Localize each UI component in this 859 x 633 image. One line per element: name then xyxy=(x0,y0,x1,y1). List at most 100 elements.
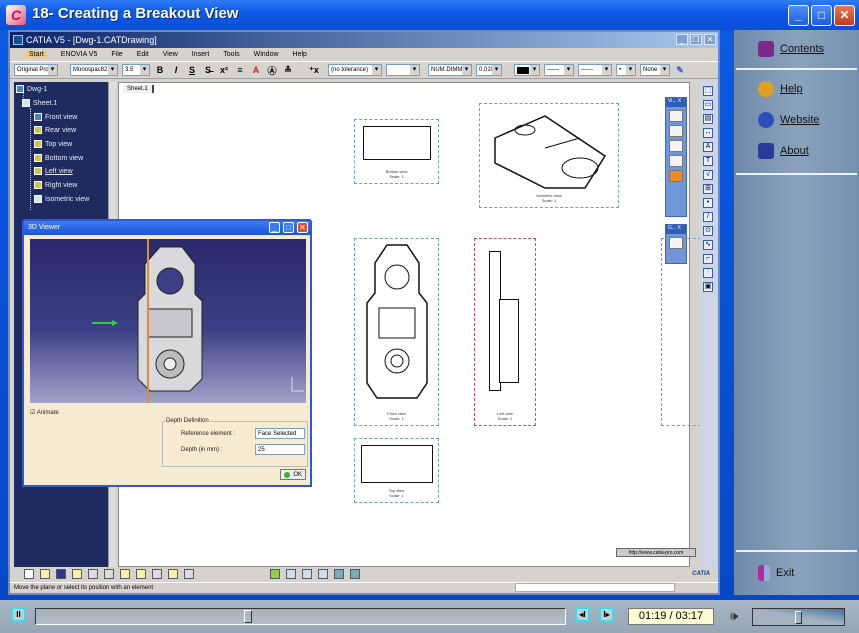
maximize-button[interactable]: □ xyxy=(811,5,832,26)
right-view-frame[interactable] xyxy=(661,238,701,426)
viewer-maximize-button[interactable]: □ xyxy=(283,222,294,233)
volume-slider[interactable] xyxy=(752,608,845,626)
tree-view-top[interactable]: Top view xyxy=(34,140,72,148)
save-icon[interactable] xyxy=(56,569,66,579)
tree-root[interactable]: Dwg-1 xyxy=(16,85,47,93)
annotation-icon[interactable]: A xyxy=(703,142,713,152)
breakout-view-tool-icon[interactable] xyxy=(669,170,683,182)
menu-insert[interactable]: Insert xyxy=(192,51,210,58)
catia-minimize-button[interactable]: _ xyxy=(676,34,688,45)
pause-button[interactable]: II xyxy=(11,607,26,622)
painter-icon[interactable]: ✎ xyxy=(674,65,686,76)
font-size-select[interactable]: 3.5 xyxy=(122,64,150,76)
point-icon[interactable]: • xyxy=(703,198,713,208)
table-icon[interactable]: ⊞ xyxy=(703,184,713,194)
linetype-select[interactable]: —— xyxy=(544,64,574,76)
copy-icon[interactable] xyxy=(104,569,114,579)
next-button[interactable]: I▸ xyxy=(599,607,614,622)
zoom-in-icon[interactable] xyxy=(302,569,312,579)
strikethrough-button[interactable]: S̶ xyxy=(202,65,214,75)
help-link[interactable]: Help xyxy=(758,81,803,97)
tree-view-isometric[interactable]: Isometric view xyxy=(34,195,89,203)
frame-icon[interactable]: ▤ xyxy=(703,114,713,124)
align-icon[interactable]: ≡ xyxy=(234,65,246,75)
catia-close-button[interactable]: ✕ xyxy=(704,34,716,45)
left-view-frame[interactable]: Left view Scale: 1 xyxy=(474,238,536,426)
reference-element-field[interactable]: Face Selected xyxy=(255,428,305,439)
exit-link[interactable]: Exit xyxy=(758,565,794,581)
spline-icon[interactable]: ∿ xyxy=(703,240,713,250)
minimize-button[interactable]: _ xyxy=(788,5,809,26)
tree-view-right[interactable]: Right view xyxy=(34,181,77,189)
zoom-out-icon[interactable] xyxy=(318,569,328,579)
top-view-frame[interactable]: Top view Scale: 1 xyxy=(354,438,439,503)
roughness-icon[interactable]: √ xyxy=(703,170,713,180)
front-view-frame[interactable]: Front view Scale: 1 xyxy=(354,238,439,426)
menu-file[interactable]: File xyxy=(111,51,122,58)
font-select[interactable]: Monospac821 xyxy=(70,64,118,76)
views-toolbar-title[interactable]: Vi... X xyxy=(666,98,686,107)
pattern-select[interactable]: None xyxy=(640,64,670,76)
fit-all-icon[interactable] xyxy=(270,569,280,579)
command-input[interactable] xyxy=(515,583,675,592)
menu-tools[interactable]: Tools xyxy=(223,51,239,58)
numeric-format-select[interactable]: NUM.DIMM xyxy=(428,64,472,76)
depth-field[interactable]: 25 xyxy=(255,444,305,455)
multi-view-icon[interactable] xyxy=(350,569,360,579)
whats-this-icon[interactable] xyxy=(168,569,178,579)
dimension-icon[interactable]: ⁺x xyxy=(308,65,320,76)
section-view-tool-icon[interactable] xyxy=(669,125,683,137)
menu-start[interactable]: Start xyxy=(26,51,47,58)
normal-view-icon[interactable] xyxy=(334,569,344,579)
circle-icon[interactable]: ⊙ xyxy=(703,226,713,236)
bold-button[interactable]: B xyxy=(154,65,166,75)
select-icon[interactable]: ⬚ xyxy=(703,86,713,96)
symbol-icon[interactable]: ≛ xyxy=(282,65,294,76)
viewer-minimize-button[interactable]: _ xyxy=(269,222,280,233)
text-frame-icon[interactable]: Ⓐ xyxy=(266,64,278,77)
pan-icon[interactable] xyxy=(286,569,296,579)
seek-thumb[interactable] xyxy=(244,610,253,623)
line-icon[interactable]: / xyxy=(703,212,713,222)
menu-edit[interactable]: Edit xyxy=(137,51,149,58)
isometric-view-frame[interactable]: Isometric view Scale: 1 xyxy=(479,103,619,208)
close-button[interactable]: ✕ xyxy=(834,5,855,26)
color-select[interactable] xyxy=(514,64,540,76)
new-icon[interactable] xyxy=(24,569,34,579)
menu-help[interactable]: Help xyxy=(293,51,307,58)
clipping-tool-icon[interactable] xyxy=(669,155,683,167)
menu-view[interactable]: View xyxy=(163,51,178,58)
tree-view-bottom[interactable]: Bottom view xyxy=(34,154,83,162)
3d-viewport[interactable] xyxy=(30,239,306,403)
paste-icon[interactable] xyxy=(120,569,130,579)
geometry-tool-icon[interactable] xyxy=(669,237,683,249)
axis-icon[interactable]: ⫶ xyxy=(703,268,713,278)
underline-button[interactable]: S xyxy=(186,65,198,75)
print-icon[interactable] xyxy=(72,569,82,579)
previous-button[interactable]: ◂I xyxy=(575,607,590,622)
catia-restore-button[interactable]: ❐ xyxy=(690,34,702,45)
cut-icon[interactable] xyxy=(88,569,98,579)
corner-icon[interactable]: ⌐ xyxy=(703,254,713,264)
italic-button[interactable]: I xyxy=(170,65,182,75)
detail-view-tool-icon[interactable] xyxy=(669,140,683,152)
tree-view-rear[interactable]: Rear view xyxy=(34,126,76,134)
area-fill-icon[interactable]: ▣ xyxy=(703,282,713,292)
website-link[interactable]: Website xyxy=(758,112,820,128)
redo-icon[interactable] xyxy=(152,569,162,579)
animate-checkbox[interactable]: ☑ Animate xyxy=(30,409,59,416)
geometry-toolbar-title[interactable]: G... X xyxy=(666,225,686,234)
front-view-tool-icon[interactable] xyxy=(669,110,683,122)
open-icon[interactable] xyxy=(40,569,50,579)
tolerance-select[interactable]: (no tolerance) xyxy=(328,64,382,76)
menu-enovia[interactable]: ENOVIA V5 xyxy=(61,51,98,58)
tree-sheet[interactable]: Sheet.1 xyxy=(22,99,57,107)
tree-view-front[interactable]: Front view xyxy=(34,113,77,121)
seek-bar[interactable] xyxy=(35,608,566,625)
menu-window[interactable]: Window xyxy=(254,51,279,58)
update-icon[interactable] xyxy=(184,569,194,579)
dimension-tool-icon[interactable]: ↔ xyxy=(703,128,713,138)
undo-icon[interactable] xyxy=(136,569,146,579)
sheet-tool-icon[interactable]: ▭ xyxy=(703,100,713,110)
point-select[interactable]: • xyxy=(616,64,636,76)
